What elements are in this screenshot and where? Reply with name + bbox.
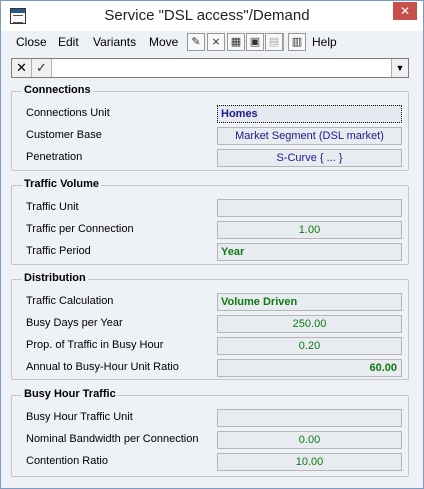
traffic-period-label: Traffic Period: [26, 245, 91, 257]
clipboard-icon[interactable]: ▥: [288, 33, 306, 51]
grid-icon[interactable]: ▦: [227, 33, 245, 51]
customer-base-label: Customer Base: [26, 129, 102, 141]
distribution-group: Distribution Traffic Calculation Volume …: [11, 272, 409, 380]
penetration-field[interactable]: S-Curve { ... }: [217, 149, 402, 167]
edit-bar: ✕ ✓ ▼: [11, 58, 409, 78]
prop-traffic-busy-hour-field[interactable]: 0.20: [217, 337, 402, 355]
busy-days-label: Busy Days per Year: [26, 317, 123, 329]
nominal-bandwidth-label: Nominal Bandwidth per Connection: [26, 433, 199, 445]
traffic-calculation-label: Traffic Calculation: [26, 295, 114, 307]
edit-dropdown-button[interactable]: ▼: [391, 59, 408, 77]
accept-edit-button[interactable]: ✓: [32, 59, 52, 77]
traffic-volume-title: Traffic Volume: [22, 178, 101, 190]
busy-hour-traffic-group: Busy Hour Traffic Busy Hour Traffic Unit…: [11, 388, 409, 477]
traffic-unit-field[interactable]: [217, 199, 402, 217]
app-icon[interactable]: [10, 8, 26, 24]
customer-base-field[interactable]: Market Segment (DSL market): [217, 127, 402, 145]
connections-unit-field[interactable]: Homes: [216, 104, 403, 124]
cancel-edit-button[interactable]: ✕: [12, 59, 32, 77]
connections-title: Connections: [22, 84, 93, 96]
menu-close[interactable]: Close: [16, 35, 47, 49]
service-demand-window: Service "DSL access"/Demand ✕ Close Edit…: [0, 0, 424, 489]
traffic-per-connection-label: Traffic per Connection: [26, 223, 134, 235]
busy-days-field[interactable]: 250.00: [217, 315, 402, 333]
distribution-title: Distribution: [22, 272, 88, 284]
menu-help[interactable]: Help: [312, 35, 337, 49]
edit-value-input[interactable]: [54, 59, 390, 77]
traffic-period-field[interactable]: Year: [217, 243, 402, 261]
window-title: Service "DSL access"/Demand: [104, 7, 310, 24]
edit-icon[interactable]: ✎: [187, 33, 205, 51]
menu-variants[interactable]: Variants: [93, 35, 136, 49]
traffic-calculation-field[interactable]: Volume Driven: [217, 293, 402, 311]
nominal-bandwidth-field[interactable]: 0.00: [217, 431, 402, 449]
grid-search-icon[interactable]: ▣: [246, 33, 264, 51]
menu-move[interactable]: Move: [149, 35, 178, 49]
title-bar[interactable]: Service "DSL access"/Demand ✕: [1, 1, 423, 31]
menu-edit[interactable]: Edit: [58, 35, 79, 49]
busy-hour-traffic-unit-label: Busy Hour Traffic Unit: [26, 411, 133, 423]
traffic-volume-group: Traffic Volume Traffic Unit Traffic per …: [11, 178, 409, 265]
close-window-button[interactable]: ✕: [393, 2, 417, 20]
grid-dim-icon: ▤: [265, 33, 283, 51]
penetration-label: Penetration: [26, 151, 83, 163]
busy-hour-traffic-title: Busy Hour Traffic: [22, 388, 118, 400]
annual-busy-hour-ratio-field: 60.00: [217, 359, 402, 377]
menu-bar: Close Edit Variants Move ✎ ⨯ ▦ ▣ ▤ ▥ Hel…: [1, 31, 423, 53]
traffic-per-connection-field[interactable]: 1.00: [217, 221, 402, 239]
connections-group: Connections Connections Unit Homes Custo…: [11, 84, 409, 171]
contention-ratio-field[interactable]: 10.00: [217, 453, 402, 471]
annual-busy-hour-ratio-label: Annual to Busy-Hour Unit Ratio: [26, 361, 179, 373]
prop-traffic-busy-hour-label: Prop. of Traffic in Busy Hour: [26, 339, 164, 351]
toolbar-separator: [283, 33, 284, 51]
contention-ratio-label: Contention Ratio: [26, 455, 108, 467]
chart-icon[interactable]: ⨯: [207, 33, 225, 51]
connections-unit-label: Connections Unit: [26, 107, 110, 119]
traffic-unit-label: Traffic Unit: [26, 201, 79, 213]
busy-hour-traffic-unit-field[interactable]: [217, 409, 402, 427]
